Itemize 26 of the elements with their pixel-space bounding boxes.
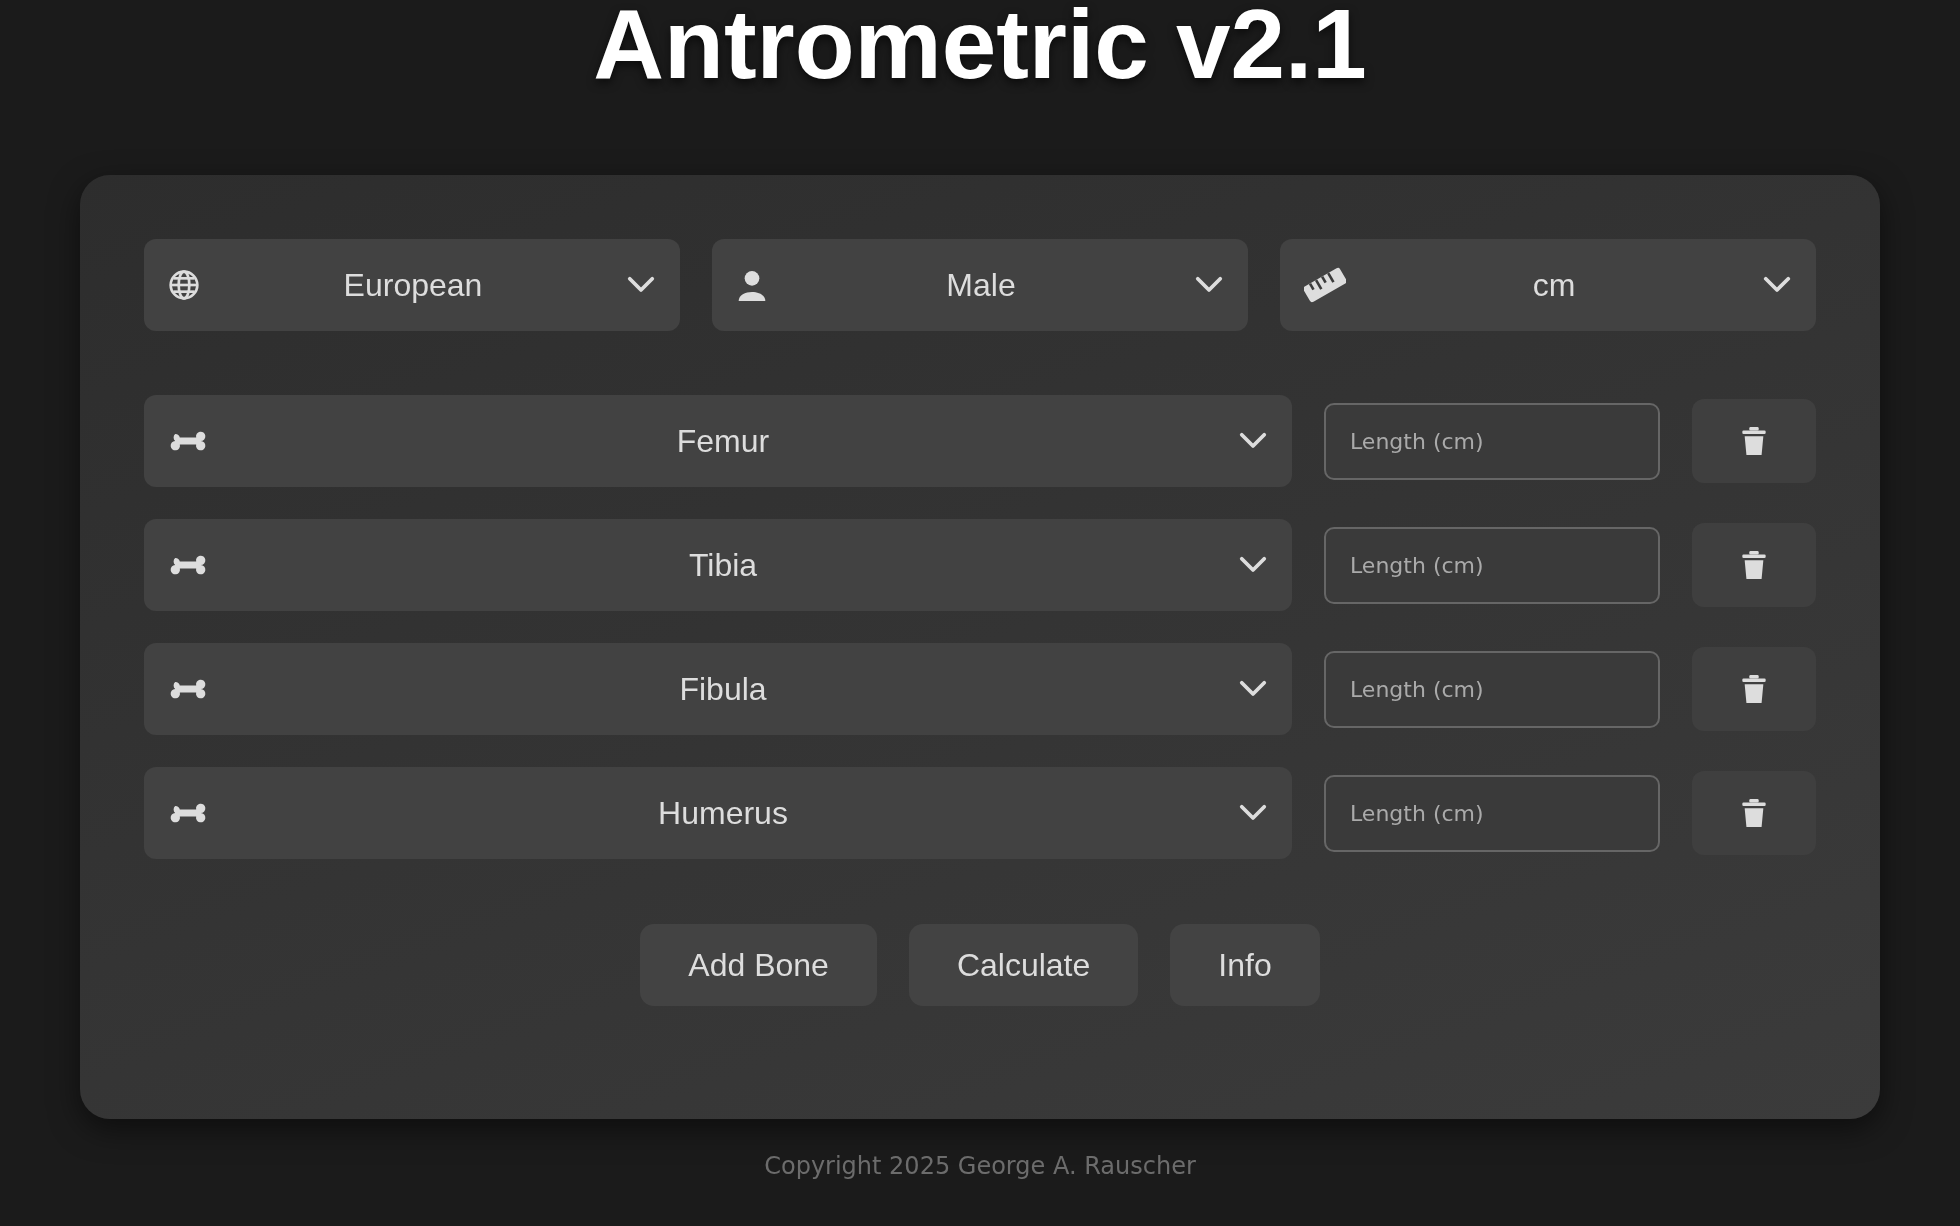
bone-dropdown[interactable]: Femur <box>144 395 1292 487</box>
length-input[interactable]: Length (cm) <box>1324 650 1660 728</box>
action-button[interactable]: Info <box>1170 924 1320 1006</box>
trash-icon <box>1740 798 1768 828</box>
bone-dropdown[interactable]: Fibula <box>144 643 1292 735</box>
person-icon <box>736 269 768 301</box>
action-button[interactable]: Calculate <box>908 924 1139 1006</box>
copyright-text: Copyright 2025 George A. Rauscher <box>764 1152 1196 1180</box>
delete-button[interactable] <box>1692 771 1816 855</box>
trash-icon <box>1740 674 1768 704</box>
length-input[interactable]: Length (cm) <box>1324 774 1660 852</box>
bone-dropdown[interactable]: Tibia <box>144 519 1292 611</box>
action-button[interactable]: Add Bone <box>640 924 877 1006</box>
delete-button[interactable] <box>1692 399 1816 483</box>
trash-icon <box>1740 550 1768 580</box>
delete-button[interactable] <box>1692 647 1816 731</box>
dropdown[interactable]: Male <box>712 239 1248 331</box>
dropdown[interactable]: European <box>144 239 680 331</box>
trash-icon <box>1740 426 1768 456</box>
app-title: Antrometric v2.1 <box>593 0 1367 94</box>
bone-dropdown[interactable]: Humerus <box>144 767 1292 859</box>
dropdown[interactable]: cm <box>1280 239 1816 331</box>
length-input[interactable]: Length (cm) <box>1324 526 1660 604</box>
globe-icon <box>168 269 200 301</box>
length-input[interactable]: Length (cm) <box>1324 402 1660 480</box>
delete-button[interactable] <box>1692 523 1816 607</box>
